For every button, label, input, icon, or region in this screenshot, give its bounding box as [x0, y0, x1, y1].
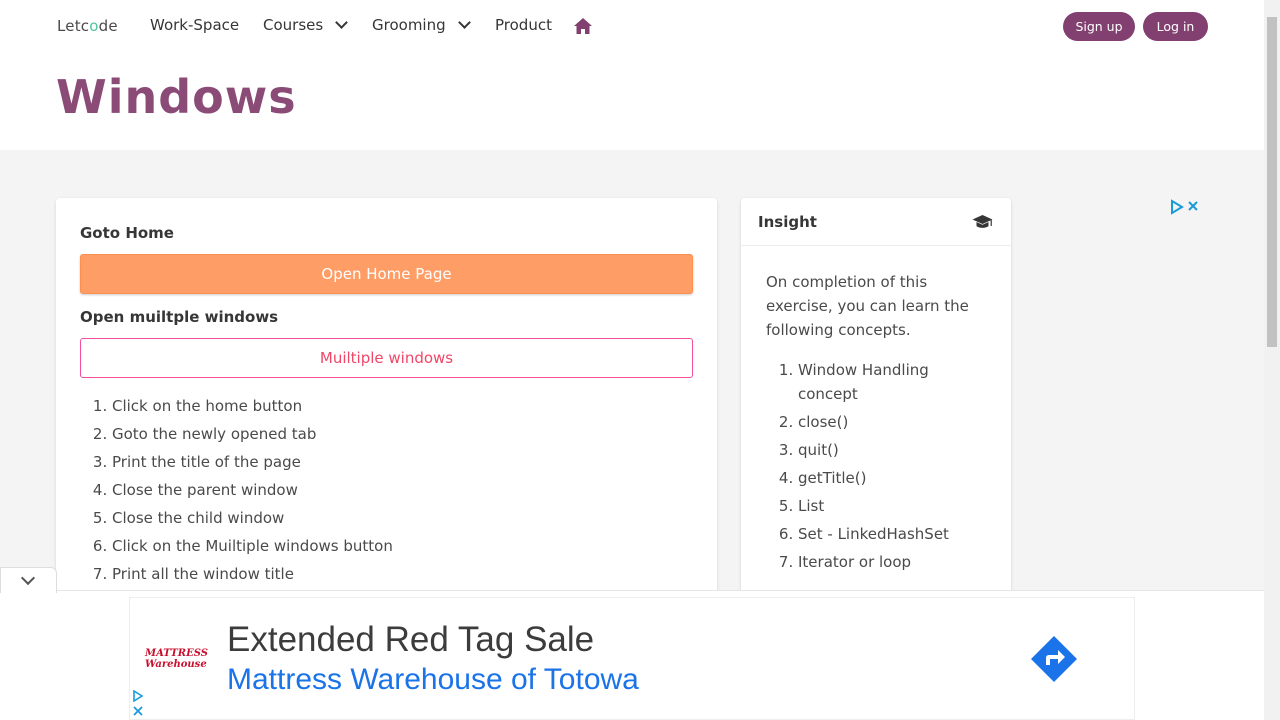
- nav-courses[interactable]: Courses: [263, 15, 349, 34]
- list-item: quit(): [798, 438, 978, 462]
- ad-subline: Mattress Warehouse of Totowa: [227, 663, 639, 696]
- ad-banner[interactable]: MATTRESS Warehouse Extended Red Tag Sale…: [129, 597, 1135, 720]
- ad-logo-line2: Warehouse: [145, 659, 207, 670]
- insight-header: Insight: [741, 198, 1011, 246]
- page-title: Windows: [56, 70, 297, 124]
- insight-title: Insight: [758, 213, 817, 231]
- letcode-logo[interactable]: Letcode: [57, 17, 118, 35]
- ad-logo-line1: MATTRESS: [145, 648, 208, 659]
- list-item: getTitle(): [798, 466, 978, 490]
- list-item: Click on the Muiltiple windows button: [112, 536, 393, 564]
- mattress-warehouse-logo: MATTRESS Warehouse: [145, 648, 208, 670]
- nav-grooming[interactable]: Grooming: [372, 15, 471, 34]
- adchoices-icon[interactable]: [1170, 199, 1200, 215]
- nav-workspace[interactable]: Work-Space: [150, 16, 239, 34]
- nav-workspace-label: Work-Space: [150, 16, 240, 34]
- adchoices-play-icon[interactable]: [132, 690, 144, 702]
- signup-button[interactable]: Sign up: [1063, 12, 1135, 41]
- list-item: Set - LinkedHashSet: [798, 522, 978, 546]
- logo-suffix: de: [98, 17, 118, 35]
- nav-product-label: Product: [495, 16, 552, 34]
- list-item: Goto the newly opened tab: [112, 424, 393, 452]
- directions-arrow-icon[interactable]: [1029, 634, 1079, 684]
- nav-courses-label: Courses: [263, 16, 324, 34]
- steps-list: Click on the home button Goto the newly …: [112, 396, 393, 592]
- list-item: Iterator or loop: [798, 550, 978, 574]
- insight-intro: On completion of this exercise, you can …: [766, 273, 969, 339]
- list-item: Print the title of the page: [112, 452, 393, 480]
- chevron-down-icon: [457, 15, 471, 29]
- multiple-windows-button[interactable]: Muiltiple windows: [80, 338, 693, 378]
- list-item: List: [798, 494, 978, 518]
- list-item: Window Handling concept: [798, 358, 978, 406]
- open-home-page-button[interactable]: Open Home Page: [80, 254, 693, 294]
- exercise-card: Goto Home Open Home Page Open muiltple w…: [56, 198, 717, 598]
- login-button[interactable]: Log in: [1143, 12, 1208, 41]
- multiple-windows-label: Open muiltple windows: [80, 308, 279, 326]
- chevron-down-icon: [335, 15, 349, 29]
- scrollbar-thumb[interactable]: [1267, 17, 1277, 347]
- insight-card: Insight On completion of this exercise, …: [741, 198, 1011, 598]
- goto-home-label: Goto Home: [80, 224, 174, 242]
- close-ad-icon[interactable]: [132, 705, 144, 717]
- list-item: Click on the home button: [112, 396, 393, 424]
- chevron-down-icon: [20, 570, 36, 586]
- nav-grooming-label: Grooming: [372, 16, 446, 34]
- logo-o: o: [89, 17, 99, 35]
- logo-prefix: Letc: [57, 17, 90, 35]
- list-item: Close the child window: [112, 508, 393, 536]
- scrollbar[interactable]: [1264, 0, 1280, 720]
- home-icon[interactable]: [573, 17, 593, 35]
- ad-headline: Extended Red Tag Sale: [227, 620, 595, 659]
- list-item: close(): [798, 410, 978, 434]
- list-item: Print all the window title: [112, 564, 393, 592]
- concepts-list: Window Handling concept close() quit() g…: [798, 358, 978, 578]
- nav-product[interactable]: Product: [495, 16, 552, 34]
- navbar: Letcode Work-Space Courses Grooming Prod…: [0, 0, 1264, 150]
- graduation-cap-icon: [972, 215, 993, 228]
- list-item: Close the parent window: [112, 480, 393, 508]
- collapse-ad-button[interactable]: [0, 567, 57, 593]
